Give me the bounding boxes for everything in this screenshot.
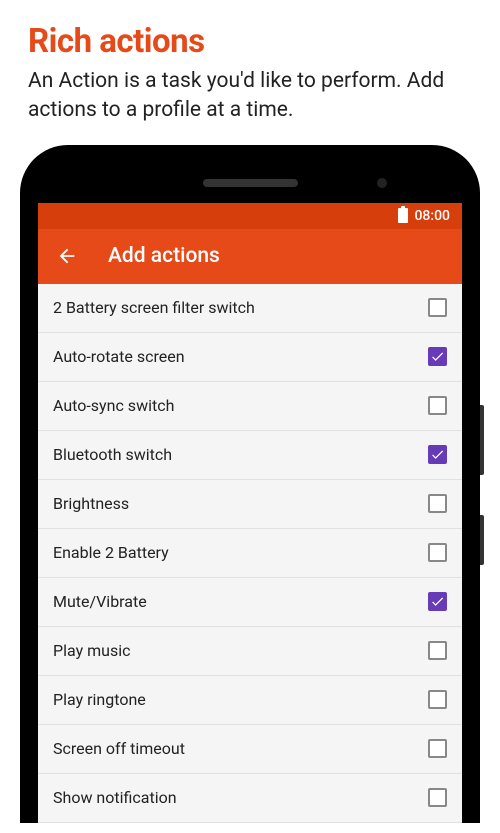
phone-speaker	[203, 179, 298, 187]
checkbox[interactable]	[428, 347, 447, 366]
phone-top	[38, 163, 462, 203]
list-item-label: Screen off timeout	[53, 739, 185, 758]
checkbox[interactable]	[428, 690, 447, 709]
list-item-label: Enable 2 Battery	[53, 543, 169, 562]
list-item[interactable]: Mute/Vibrate	[38, 578, 462, 627]
list-item-label: Bluetooth switch	[53, 445, 172, 464]
status-bar: 08:00	[38, 203, 462, 229]
list-item[interactable]: Auto-rotate screen	[38, 333, 462, 382]
action-list: 2 Battery screen filter switch Auto-rotat…	[38, 284, 462, 823]
list-item-label: Play music	[53, 641, 130, 660]
status-time: 08:00	[414, 208, 450, 224]
list-item[interactable]: Brightness	[38, 480, 462, 529]
checkbox[interactable]	[428, 641, 447, 660]
phone-side-button	[480, 405, 484, 475]
page-header: Rich actions An Action is a task you'd l…	[0, 0, 500, 135]
list-item[interactable]: Show notification	[38, 774, 462, 823]
back-button[interactable]	[56, 245, 78, 267]
checkbox[interactable]	[428, 396, 447, 415]
list-item[interactable]: Play ringtone	[38, 676, 462, 725]
list-item-label: Play ringtone	[53, 690, 146, 709]
list-item-label: Brightness	[53, 494, 129, 513]
phone-camera	[377, 178, 387, 188]
battery-icon	[398, 208, 408, 223]
checkbox[interactable]	[428, 739, 447, 758]
list-item[interactable]: Bluetooth switch	[38, 431, 462, 480]
checkbox[interactable]	[428, 298, 447, 317]
list-item-label: Mute/Vibrate	[53, 592, 147, 611]
app-bar: Add actions	[38, 229, 462, 284]
list-item[interactable]: Screen off timeout	[38, 725, 462, 774]
back-arrow-icon	[56, 245, 78, 267]
checkbox[interactable]	[428, 543, 447, 562]
page-subtitle: An Action is a task you'd like to perfor…	[28, 67, 472, 125]
checkmark-icon	[430, 349, 445, 364]
list-item[interactable]: Enable 2 Battery	[38, 529, 462, 578]
phone-frame: 08:00 Add actions 2 Battery screen filte…	[20, 145, 480, 823]
list-item[interactable]: 2 Battery screen filter switch	[38, 284, 462, 333]
checkmark-icon	[430, 594, 445, 609]
list-item-label: Show notification	[53, 788, 177, 807]
page-title: Rich actions	[28, 22, 472, 61]
list-item[interactable]: Auto-sync switch	[38, 382, 462, 431]
list-item-label: Auto-rotate screen	[53, 347, 185, 366]
checkbox[interactable]	[428, 788, 447, 807]
list-item-label: Auto-sync switch	[53, 396, 174, 415]
list-item-label: 2 Battery screen filter switch	[53, 298, 255, 317]
list-item[interactable]: Play music	[38, 627, 462, 676]
app-bar-title: Add actions	[108, 244, 220, 268]
phone-screen: 08:00 Add actions 2 Battery screen filte…	[38, 203, 462, 823]
checkbox[interactable]	[428, 592, 447, 611]
checkbox[interactable]	[428, 494, 447, 513]
phone-side-button	[480, 515, 484, 565]
checkmark-icon	[430, 447, 445, 462]
checkbox[interactable]	[428, 445, 447, 464]
